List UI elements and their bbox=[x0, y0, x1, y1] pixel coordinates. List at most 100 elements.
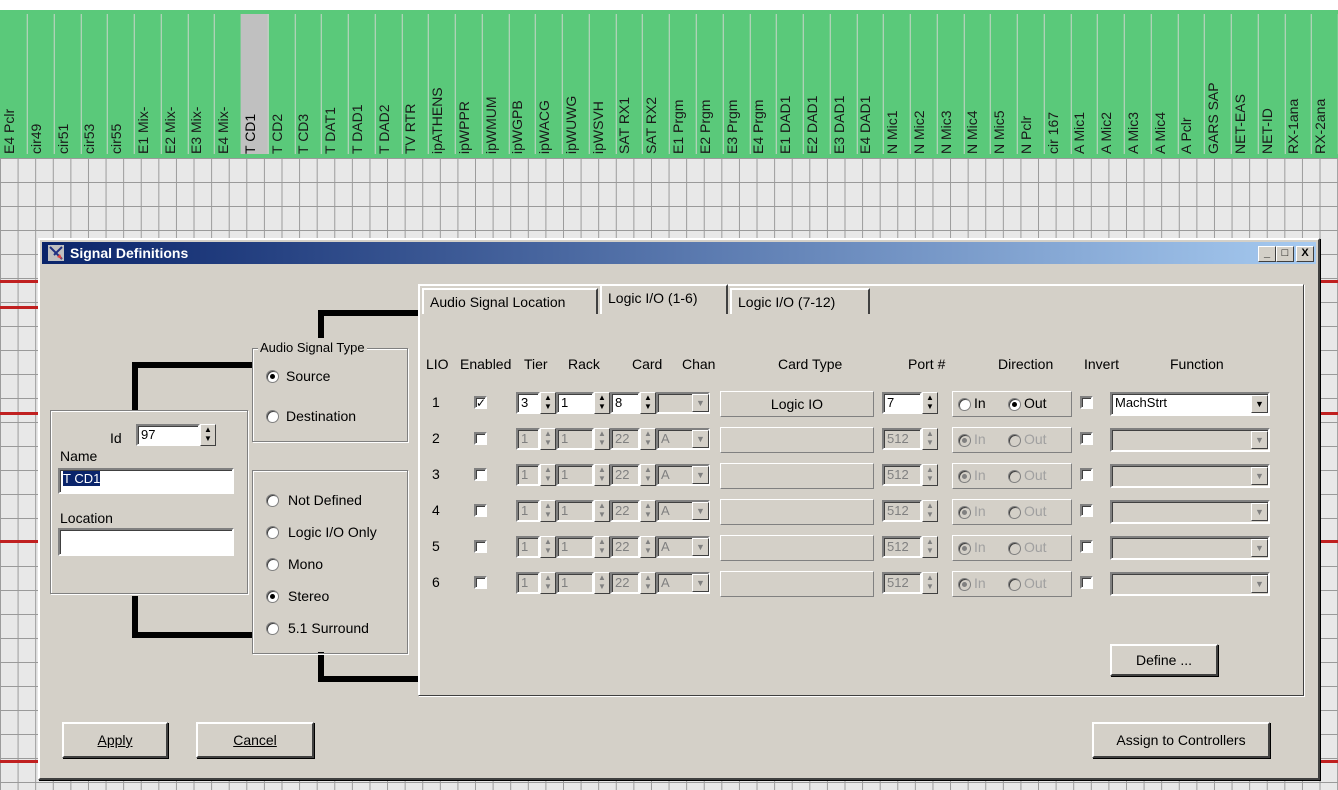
chan-dropdown-arrow-icon[interactable]: ▼ bbox=[692, 466, 709, 484]
direction-in-radio[interactable] bbox=[958, 578, 971, 591]
matrix-column-25[interactable]: E1 Prgm bbox=[669, 14, 697, 154]
rack-field[interactable]: 1 bbox=[556, 572, 594, 594]
tab-2[interactable]: Logic I/O (7-12) bbox=[730, 288, 870, 314]
port-spinner[interactable]: ▲ ▼ bbox=[922, 464, 938, 486]
matrix-column-12[interactable]: T DAT1 bbox=[321, 14, 349, 154]
function-dropdown-arrow-icon[interactable]: ▼ bbox=[1251, 575, 1268, 593]
title-bar[interactable]: Signal Definitions _ □ X bbox=[42, 242, 1316, 264]
matrix-column-27[interactable]: E3 Prgm bbox=[722, 14, 751, 154]
function-dropdown-arrow-icon[interactable]: ▼ bbox=[1251, 467, 1268, 485]
card-field[interactable]: 22 bbox=[610, 500, 640, 522]
tier-field[interactable]: 3 bbox=[516, 392, 540, 414]
matrix-column-29[interactable]: E1 DAD1 bbox=[776, 14, 804, 154]
direction-in-radio[interactable] bbox=[958, 398, 971, 411]
matrix-column-3[interactable]: cir53 bbox=[80, 14, 109, 154]
apply-button[interactable]: Apply bbox=[62, 722, 168, 758]
port-spinner[interactable]: ▲ ▼ bbox=[922, 572, 938, 594]
invert-checkbox[interactable] bbox=[1080, 432, 1093, 445]
matrix-column-17[interactable]: ipWPPR bbox=[454, 14, 483, 154]
direction-out-radio[interactable] bbox=[1008, 434, 1021, 447]
chan-dropdown-arrow-icon[interactable]: ▼ bbox=[692, 574, 709, 592]
matrix-column-49[interactable]: RX-2ana bbox=[1311, 14, 1338, 154]
chan-dropdown-arrow-icon[interactable]: ▼ bbox=[692, 394, 709, 412]
matrix-column-5[interactable]: E1 Mix- bbox=[133, 14, 162, 154]
matrix-column-24[interactable]: SAT RX2 bbox=[642, 14, 670, 154]
tier-spinner[interactable]: ▲ ▼ bbox=[540, 428, 556, 450]
rack-spinner[interactable]: ▲ ▼ bbox=[594, 464, 610, 486]
card-field[interactable]: 8 bbox=[610, 392, 640, 414]
matrix-column-32[interactable]: E4 DAD1 bbox=[856, 14, 885, 154]
matrix-column-28[interactable]: E4 Prgm bbox=[749, 14, 778, 154]
card-spinner[interactable]: ▲ ▼ bbox=[640, 536, 656, 558]
matrix-column-21[interactable]: ipWUWG bbox=[561, 14, 590, 154]
matrix-column-33[interactable]: N Mic1 bbox=[883, 14, 911, 154]
matrix-column-38[interactable]: N Pclr bbox=[1016, 14, 1045, 154]
direction-out-radio[interactable] bbox=[1008, 542, 1021, 555]
matrix-column-39[interactable]: cir 167 bbox=[1043, 14, 1072, 154]
tier-spinner[interactable]: ▲ ▼ bbox=[540, 536, 556, 558]
matrix-column-7[interactable]: E3 Mix- bbox=[187, 14, 216, 154]
matrix-column-35[interactable]: N Mic3 bbox=[936, 14, 965, 154]
tier-field[interactable]: 1 bbox=[516, 428, 540, 450]
enabled-checkbox[interactable]: ✓ bbox=[474, 396, 487, 409]
enabled-checkbox[interactable] bbox=[474, 468, 487, 481]
direction-in-radio[interactable] bbox=[958, 506, 971, 519]
name-field[interactable]: T CD1 bbox=[58, 468, 234, 494]
matrix-column-20[interactable]: ipWACG bbox=[535, 14, 563, 154]
card-field[interactable]: 22 bbox=[610, 536, 640, 558]
port-spinner[interactable]: ▲ ▼ bbox=[922, 500, 938, 522]
rack-field[interactable]: 1 bbox=[556, 536, 594, 558]
direction-out-radio[interactable] bbox=[1008, 470, 1021, 483]
tier-spinner[interactable]: ▲ ▼ bbox=[540, 500, 556, 522]
rack-field[interactable]: 1 bbox=[556, 428, 594, 450]
tier-spinner[interactable]: ▲ ▼ bbox=[540, 464, 556, 486]
matrix-column-6[interactable]: E2 Mix- bbox=[160, 14, 189, 154]
cancel-button[interactable]: Cancel bbox=[196, 722, 314, 758]
function-dropdown-arrow-icon[interactable]: ▼ bbox=[1251, 395, 1268, 413]
matrix-column-2[interactable]: cir51 bbox=[53, 14, 82, 154]
enabled-checkbox[interactable] bbox=[474, 504, 487, 517]
matrix-column-37[interactable]: N Mic5 bbox=[990, 14, 1018, 154]
tier-field[interactable]: 1 bbox=[516, 500, 540, 522]
rack-field[interactable]: 1 bbox=[556, 500, 594, 522]
matrix-column-40[interactable]: A Mic1 bbox=[1070, 14, 1099, 154]
rack-spinner[interactable]: ▲ ▼ bbox=[594, 536, 610, 558]
matrix-column-41[interactable]: A Mic2 bbox=[1097, 14, 1125, 154]
port-spinner[interactable]: ▲ ▼ bbox=[922, 428, 938, 450]
matrix-column-16[interactable]: ipATHENS bbox=[428, 14, 456, 154]
matrix-column-4[interactable]: cir55 bbox=[107, 14, 135, 154]
format-radio-1[interactable] bbox=[266, 526, 279, 539]
tier-spinner[interactable]: ▲ ▼ bbox=[540, 572, 556, 594]
port-field[interactable]: 7 bbox=[882, 392, 922, 414]
matrix-column-44[interactable]: A Pclr bbox=[1177, 14, 1206, 154]
rack-field[interactable]: 1 bbox=[556, 392, 594, 414]
chan-dropdown-arrow-icon[interactable]: ▼ bbox=[692, 502, 709, 520]
tab-1[interactable]: Logic I/O (1-6) bbox=[600, 284, 728, 314]
location-field[interactable] bbox=[58, 528, 234, 556]
enabled-checkbox[interactable] bbox=[474, 576, 487, 589]
direction-in-radio[interactable] bbox=[958, 470, 971, 483]
card-field[interactable]: 22 bbox=[610, 464, 640, 486]
tab-0[interactable]: Audio Signal Location bbox=[422, 288, 598, 314]
port-field[interactable]: 512 bbox=[882, 572, 922, 594]
matrix-column-15[interactable]: TV RTR bbox=[401, 14, 430, 154]
source-radio[interactable] bbox=[266, 370, 279, 383]
port-field[interactable]: 512 bbox=[882, 500, 922, 522]
minimize-button[interactable]: _ bbox=[1258, 246, 1276, 262]
port-field[interactable]: 512 bbox=[882, 428, 922, 450]
tier-field[interactable]: 1 bbox=[516, 536, 540, 558]
port-spinner[interactable]: ▲ ▼ bbox=[922, 392, 938, 414]
tier-spinner[interactable]: ▲ ▼ bbox=[540, 392, 556, 414]
maximize-button[interactable]: □ bbox=[1276, 246, 1294, 262]
invert-checkbox[interactable] bbox=[1080, 396, 1093, 409]
direction-out-radio[interactable] bbox=[1008, 578, 1021, 591]
format-radio-0[interactable] bbox=[266, 494, 279, 507]
matrix-column-11[interactable]: T CD3 bbox=[294, 14, 323, 154]
id-spinner[interactable]: ▲ ▼ bbox=[200, 424, 216, 446]
matrix-column-0[interactable]: E4 Pclr bbox=[0, 14, 28, 154]
format-radio-3[interactable] bbox=[266, 590, 279, 603]
rack-field[interactable]: 1 bbox=[556, 464, 594, 486]
matrix-column-9[interactable]: T CD1 bbox=[240, 14, 269, 154]
function-select[interactable] bbox=[1110, 536, 1270, 560]
function-select[interactable] bbox=[1110, 428, 1270, 452]
